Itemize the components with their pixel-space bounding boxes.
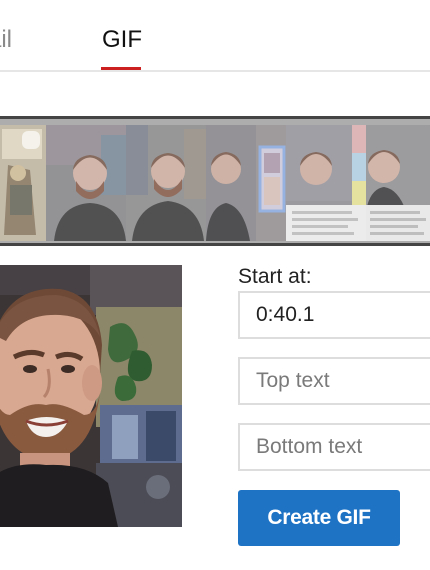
tab-thumbnail[interactable]: ail: [0, 26, 12, 54]
create-gif-button[interactable]: Create GIF: [238, 490, 400, 546]
start-at-label: Start at:: [238, 265, 312, 288]
gif-preview-image: [0, 265, 182, 527]
filmstrip-dim-overlay: [0, 119, 430, 243]
bottom-text-input[interactable]: [238, 423, 430, 471]
video-filmstrip[interactable]: [0, 116, 430, 246]
start-time-input[interactable]: [238, 291, 430, 339]
top-text-input[interactable]: [238, 357, 430, 405]
tab-bar: ail GIF: [0, 0, 430, 72]
selected-tab-indicator: [101, 67, 141, 70]
tab-gif[interactable]: GIF: [102, 26, 142, 54]
gif-creator-panel: ail GIF: [0, 0, 430, 570]
